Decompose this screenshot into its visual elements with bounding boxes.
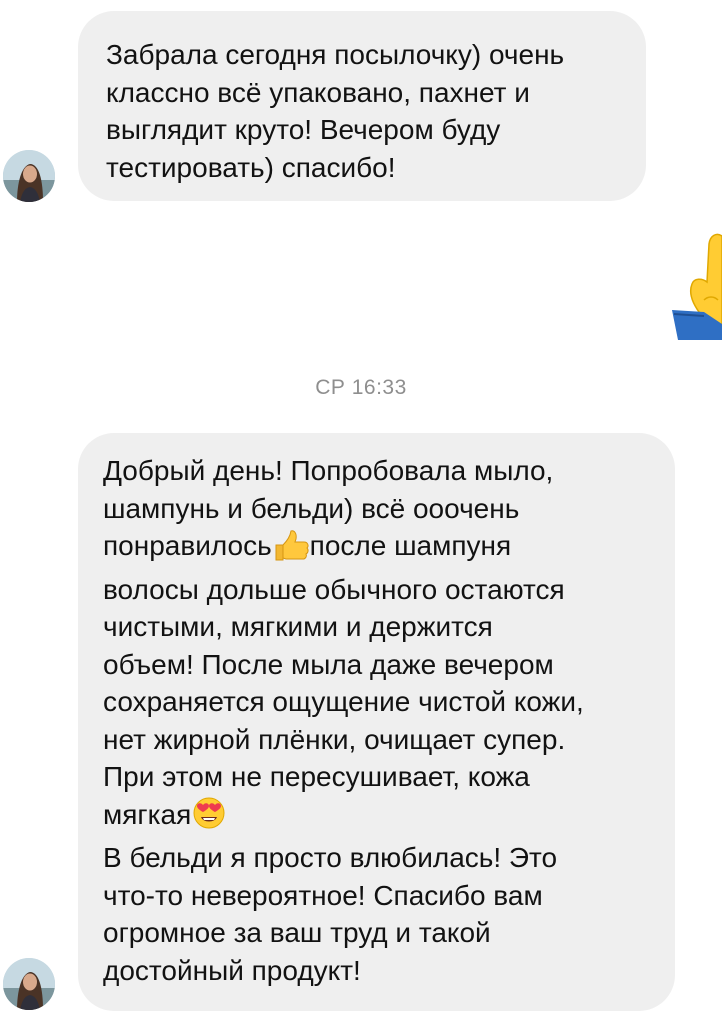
sender-avatar[interactable] (3, 150, 55, 202)
message-line: тестировать) спасибо! (106, 151, 396, 183)
raised-hand-icon[interactable] (664, 230, 722, 340)
message-line: классно всё упаковано, пахнет и (106, 76, 530, 108)
message-bubble[interactable]: Добрый день! Попробовала мыло, шампунь и… (78, 433, 675, 1011)
message-bubble[interactable]: Забрала сегодня посылочку) очень классно… (78, 11, 646, 201)
message-line: нет жирной плёнки, очищает супер. (103, 723, 566, 755)
message-line: чистыми, мягкими и держится (103, 611, 493, 642)
message-line: выглядит круто! Вечером буду (106, 114, 501, 145)
message-text: понравилось (103, 530, 272, 561)
message-line: объем! После мыла даже вечером (103, 648, 554, 680)
heart-eyes-icon (191, 796, 227, 840)
message-line-with-emoji: понравилось после шампуня (103, 527, 657, 571)
message-line: огромное за ваш труд и такой (103, 917, 491, 948)
message-line: В бельди я просто влюбилась! Это (103, 842, 558, 873)
message-line: шампунь и бельди) всё ооочень (103, 492, 520, 524)
message-line: волосы дольше обычного остаются (103, 573, 565, 605)
message-line: сохраняется ощущение чистой кожи, (103, 686, 584, 717)
message-line-with-emoji: мягкая (103, 796, 657, 840)
message-line: Забрала сегодня посылочку) очень (106, 39, 565, 70)
message-text: после шампуня (309, 530, 512, 561)
thumbs-up-icon (272, 529, 310, 571)
message-line: При этом не пересушивает, кожа (103, 761, 530, 792)
message-line: что-то невероятное! Спасибо вам (103, 879, 543, 911)
timestamp: СР 16:33 (315, 376, 407, 399)
message-line: достойный продукт! (103, 954, 361, 986)
sender-avatar[interactable] (3, 958, 55, 1010)
message-text: мягкая (103, 798, 192, 830)
message-line: Добрый день! Попробовала мыло, (103, 455, 554, 486)
